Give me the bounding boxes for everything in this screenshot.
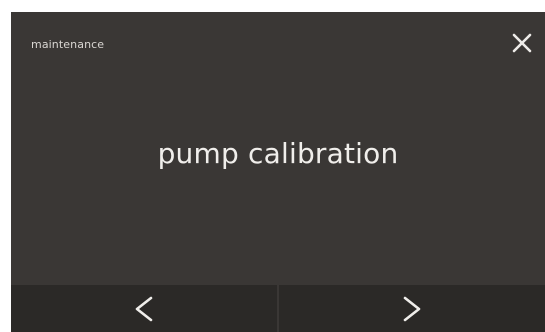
maintenance-screen: maintenance pump calibration <box>11 12 545 332</box>
menu-item-label: pump calibration <box>157 137 399 170</box>
close-icon <box>512 33 532 53</box>
next-button[interactable] <box>279 285 545 332</box>
previous-button[interactable] <box>11 285 277 332</box>
chevron-left-icon <box>135 296 153 321</box>
screen-title: maintenance <box>31 38 105 51</box>
navigation-bar <box>11 285 545 332</box>
close-button[interactable] <box>505 26 539 60</box>
chevron-right-icon <box>403 296 421 321</box>
